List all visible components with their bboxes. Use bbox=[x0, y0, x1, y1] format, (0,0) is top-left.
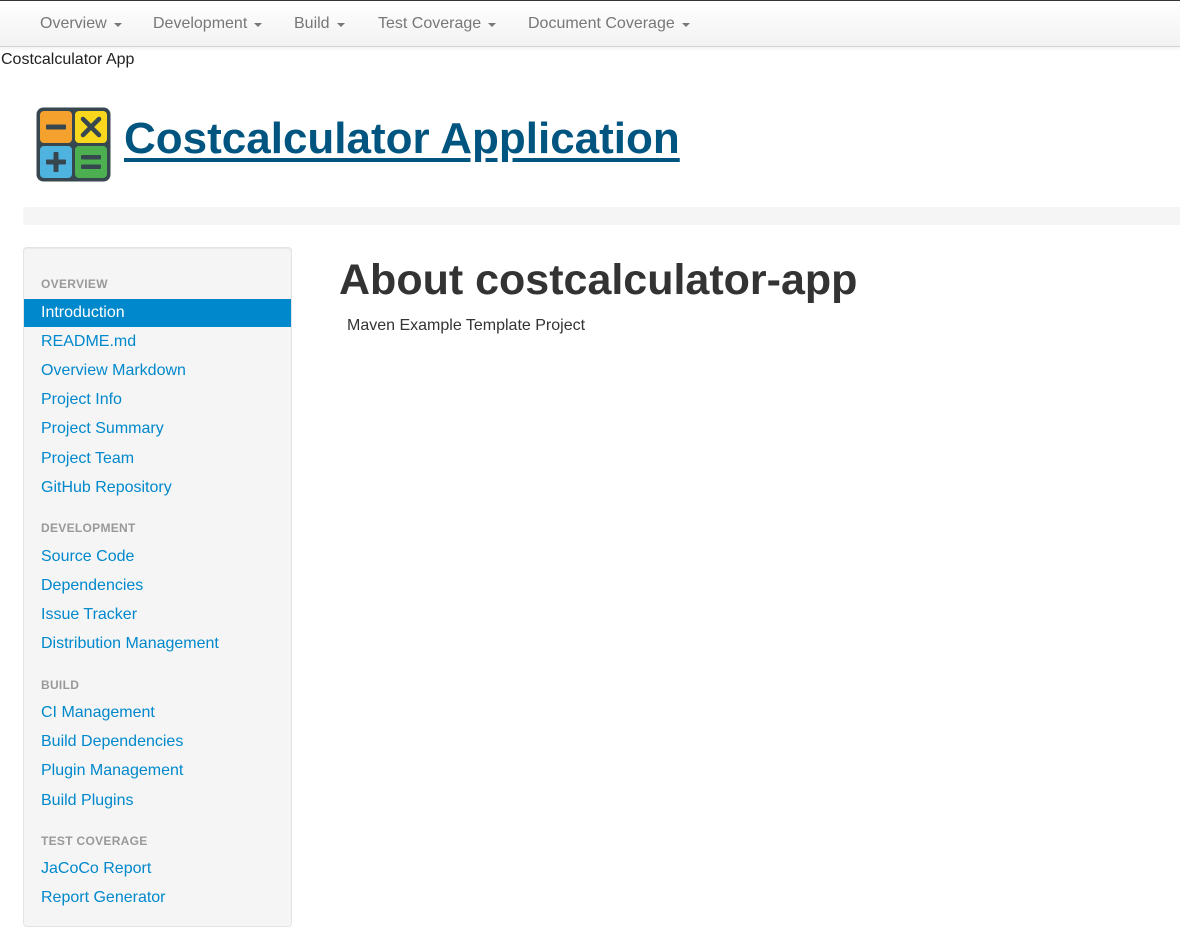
sidebar-header-development: Development bbox=[41, 521, 136, 535]
sidebar-item-plugin-management[interactable]: Plugin Management bbox=[24, 757, 291, 785]
sidebar-item-dependencies[interactable]: Dependencies bbox=[24, 572, 291, 600]
nav-menu-label: Overview bbox=[40, 15, 107, 32]
sidebar-item-overview-markdown[interactable]: Overview Markdown bbox=[24, 357, 291, 385]
sidebar-item-source-code[interactable]: Source Code bbox=[24, 543, 291, 571]
caret-down-icon bbox=[254, 23, 263, 27]
breadcrumb bbox=[23, 207, 1180, 225]
caret-down-icon bbox=[488, 23, 497, 27]
top-navbar: Overview Development Build Test Coverage… bbox=[0, 0, 1180, 47]
sidebar-item-github-repository[interactable]: GitHub Repository bbox=[24, 474, 291, 502]
sidebar-item-project-summary[interactable]: Project Summary bbox=[24, 415, 291, 443]
sidebar-item-distribution-management[interactable]: Distribution Management bbox=[24, 630, 291, 658]
sidebar-item-build-plugins[interactable]: Build Plugins bbox=[24, 787, 291, 815]
sidebar-header-overview: Overview bbox=[41, 277, 108, 291]
sidebar-item-build-dependencies[interactable]: Build Dependencies bbox=[24, 728, 291, 756]
nav-menu-label: Document Coverage bbox=[528, 15, 675, 32]
app-title-link[interactable]: Costcalculator Application bbox=[124, 114, 680, 164]
caret-down-icon bbox=[681, 23, 690, 27]
sidebar-item-issue-tracker[interactable]: Issue Tracker bbox=[24, 601, 291, 629]
nav-menu-label: Development bbox=[153, 15, 248, 32]
nav-menu-label: Build bbox=[294, 15, 330, 32]
project-description: Maven Example Template Project bbox=[347, 317, 586, 334]
sidebar-nav: Overview Introduction README.md Overview… bbox=[23, 247, 292, 927]
site-name: Costcalculator App bbox=[1, 51, 135, 68]
nav-menu-development[interactable]: Development bbox=[153, 13, 263, 35]
sidebar-item-readme[interactable]: README.md bbox=[24, 328, 291, 356]
sidebar-item-jacoco-report[interactable]: JaCoCo Report bbox=[24, 855, 291, 883]
sidebar-header-build: Build bbox=[41, 678, 80, 692]
calculator-icon[interactable] bbox=[35, 106, 112, 183]
caret-down-icon bbox=[336, 23, 345, 27]
sidebar-item-project-team[interactable]: Project Team bbox=[24, 445, 291, 473]
sidebar-item-report-generator[interactable]: Report Generator bbox=[24, 884, 291, 912]
sidebar-item-ci-management[interactable]: CI Management bbox=[24, 699, 291, 727]
nav-menu-test-coverage[interactable]: Test Coverage bbox=[378, 13, 497, 35]
nav-menu-build[interactable]: Build bbox=[294, 13, 345, 35]
sidebar-header-test-coverage: Test Coverage bbox=[41, 834, 148, 848]
sidebar-item-project-info[interactable]: Project Info bbox=[24, 386, 291, 414]
page-title: About costcalculator-app bbox=[339, 256, 858, 304]
app-title-text: Costcalculator Application bbox=[124, 114, 680, 163]
sidebar-item-introduction[interactable]: Introduction bbox=[24, 299, 291, 327]
nav-menu-document-coverage[interactable]: Document Coverage bbox=[528, 13, 690, 35]
nav-menu-overview[interactable]: Overview bbox=[40, 13, 122, 35]
caret-down-icon bbox=[113, 23, 122, 27]
nav-menu-label: Test Coverage bbox=[378, 15, 482, 32]
